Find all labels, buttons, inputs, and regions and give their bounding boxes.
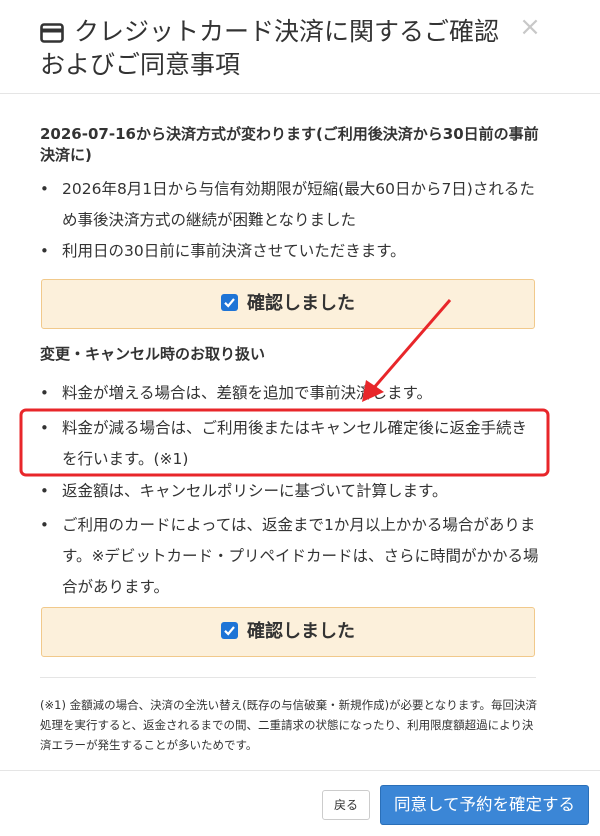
modal-body: 2026-07-16から決済方式が変わります(ご利用後決済から30日前の事前決済… bbox=[0, 95, 600, 770]
modal-footer: 戻る 同意して予約を確定する bbox=[0, 770, 600, 836]
bullet-dot: • bbox=[40, 384, 49, 402]
section-heading-change-cancel: 変更・キャンセル時のお取り扱い bbox=[40, 345, 266, 363]
list-item-text: 料金が増える場合は、差額を追加で事前決済します。 bbox=[62, 384, 432, 402]
list-item-text: ご利用のカードによっては、返金まで1か月以上かかる場合があります。※デビットカー… bbox=[62, 516, 539, 596]
confirm-checkbox-2[interactable]: 確認しました bbox=[41, 607, 535, 657]
list-item: • 料金が増える場合は、差額を追加で事前決済します。 bbox=[40, 378, 540, 409]
list-item-text: 返金額は、キャンセルポリシーに基づいて計算します。 bbox=[62, 482, 448, 500]
bullet-dot: • bbox=[40, 419, 49, 437]
list-item-text: 2026年8月1日から与信有効期限が短縮(最大60日から7日)されるため事後決済… bbox=[62, 180, 535, 229]
agree-confirm-button[interactable]: 同意して予約を確定する bbox=[380, 785, 589, 825]
confirm-checkbox-1[interactable]: 確認しました bbox=[41, 279, 535, 329]
divider bbox=[40, 677, 536, 678]
bullet-dot: • bbox=[40, 482, 49, 500]
back-button[interactable]: 戻る bbox=[322, 790, 370, 820]
bullet-dot: • bbox=[40, 516, 49, 534]
bullet-dot: • bbox=[40, 242, 49, 260]
modal-header: クレジットカード決済に関するご確認およびご同意事項 × bbox=[0, 0, 600, 94]
credit-card-icon bbox=[40, 20, 64, 50]
bullet-dot: • bbox=[40, 180, 49, 198]
list-item: • ご利用のカードによっては、返金まで1か月以上かかる場合があります。※デビット… bbox=[40, 510, 540, 603]
list-item-text: 利用日の30日前に事前決済させていただきます。 bbox=[62, 242, 406, 260]
footnote: (※1) 金額減の場合、決済の全洗い替え(既存の与信破棄・新規作成)が必要となり… bbox=[40, 698, 538, 752]
list-item: • 2026年8月1日から与信有効期限が短縮(最大60日から7日)されるため事後… bbox=[40, 174, 540, 236]
modal-title-text: クレジットカード決済に関するご確認およびご同意事項 bbox=[40, 17, 500, 79]
close-button[interactable]: × bbox=[519, 14, 541, 40]
list-item-text: 料金が減る場合は、ご利用後またはキャンセル確定後に返金手続きを行います。(※1) bbox=[62, 419, 528, 468]
list-item: • 利用日の30日前に事前決済させていただきます。 bbox=[40, 236, 540, 267]
section-heading-payment-change: 2026-07-16から決済方式が変わります(ご利用後決済から30日前の事前決済… bbox=[40, 125, 539, 164]
checkbox-checked-icon[interactable] bbox=[221, 294, 238, 311]
list-item: • 返金額は、キャンセルポリシーに基づいて計算します。 bbox=[40, 476, 540, 507]
list-item-highlighted: • 料金が減る場合は、ご利用後またはキャンセル確定後に返金手続きを行います。(※… bbox=[40, 413, 540, 475]
checkbox-checked-icon[interactable] bbox=[221, 622, 238, 639]
modal-title: クレジットカード決済に関するご確認およびご同意事項 bbox=[40, 17, 518, 80]
confirm-label: 確認しました bbox=[247, 621, 355, 642]
confirm-label: 確認しました bbox=[247, 293, 355, 314]
